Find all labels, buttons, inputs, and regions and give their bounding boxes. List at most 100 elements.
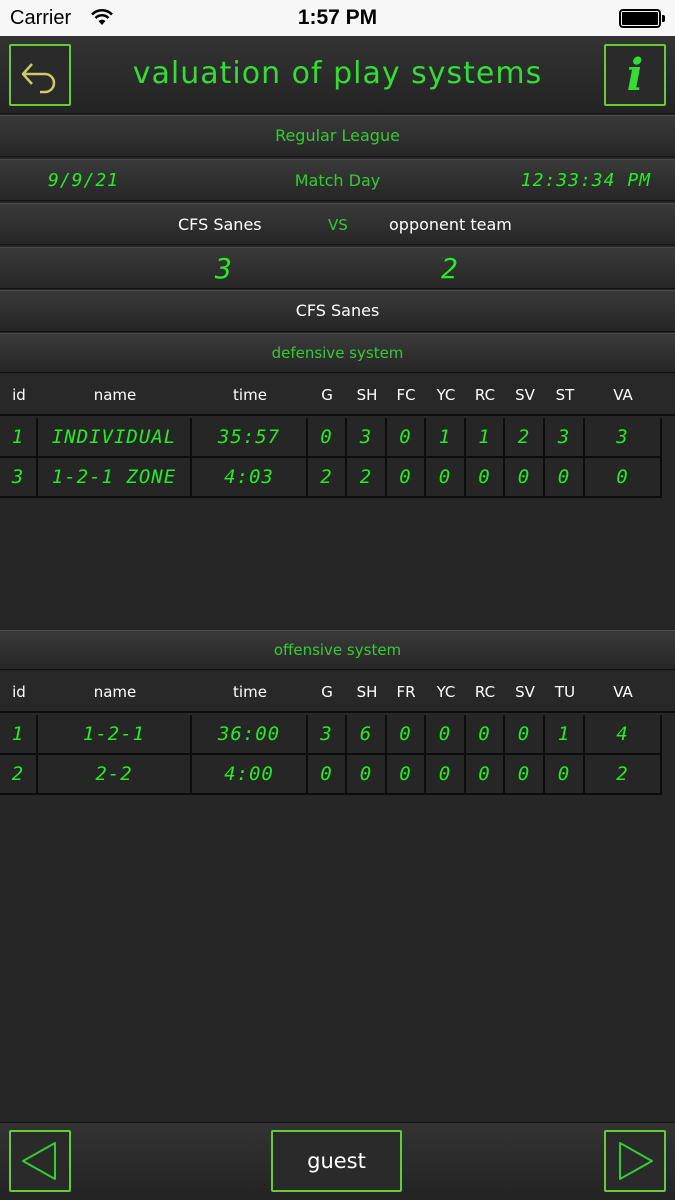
table-cell: 0 xyxy=(466,715,505,753)
home-score: 3 xyxy=(215,252,233,285)
table-cell: 0 xyxy=(426,715,466,753)
table-row[interactable]: 1 1-2-1 36:00 3 6 0 0 0 0 1 4 xyxy=(0,715,662,755)
away-score: 2 xyxy=(441,252,459,285)
table-cell: 0 xyxy=(387,418,426,456)
battery-icon xyxy=(619,9,665,28)
table-cell: 0 xyxy=(545,755,585,793)
column-header-time: time xyxy=(233,386,267,404)
cell-value: 6 xyxy=(359,723,373,745)
away-team: opponent team xyxy=(389,215,512,234)
page-title: valuation of play systems xyxy=(132,56,543,91)
table-cell: 0 xyxy=(308,418,347,456)
cell-value: 0 xyxy=(517,763,531,785)
match-day-row: 9/9/21 Match Day 12:33:34 PM xyxy=(0,159,675,201)
cell-value: 1 xyxy=(11,723,25,745)
cell-value: 0 xyxy=(438,466,452,488)
table-row[interactable]: 1 INDIVIDUAL 35:57 0 3 0 1 1 2 3 3 xyxy=(0,418,662,458)
score-row: 3 2 xyxy=(0,247,675,289)
table-cell: 4:03 xyxy=(192,458,308,496)
table-cell: 2-2 xyxy=(38,755,192,793)
table-cell: 35:57 xyxy=(192,418,308,456)
offensive-system-header: offensive system xyxy=(0,630,675,670)
table-cell: 2 xyxy=(505,418,545,456)
cell-value: 1-2-1 ZONE xyxy=(51,466,177,488)
match-time: 12:33:34 PM xyxy=(520,170,651,191)
cell-value: 0 xyxy=(399,723,412,745)
defensive-table-header: id name time G SH FC YC RC SV ST VA xyxy=(0,374,675,416)
table-cell: 1 xyxy=(466,418,505,456)
table-cell: 2 xyxy=(585,755,662,793)
vs-label: VS xyxy=(328,216,348,234)
table-cell: 1 xyxy=(0,715,38,753)
table-cell: 0 xyxy=(426,458,466,496)
cell-value: 1 xyxy=(557,723,571,745)
cell-value: 0 xyxy=(478,763,491,785)
table-cell: 1 xyxy=(0,418,38,456)
offensive-system-title: offensive system xyxy=(273,641,402,659)
cell-value: 0 xyxy=(359,763,373,785)
column-header-va: VA xyxy=(613,386,633,404)
cell-value: 35:57 xyxy=(217,426,281,448)
cell-value: 3 xyxy=(616,426,629,448)
top-bar: valuation of play systems i xyxy=(0,36,675,114)
cell-value: 2 xyxy=(616,763,629,785)
table-cell: 2 xyxy=(347,458,387,496)
table-cell: 0 xyxy=(347,755,387,793)
cell-value: 2-2 xyxy=(95,763,133,785)
cell-value: 0 xyxy=(320,426,333,448)
cell-value: 2 xyxy=(359,466,373,488)
cell-value: 4:00 xyxy=(224,763,274,785)
teams-row: CFS Sanes VS opponent team xyxy=(0,203,675,245)
table-cell: 3 xyxy=(545,418,585,456)
status-time: 1:57 PM xyxy=(297,6,378,29)
table-cell: 3 xyxy=(0,458,38,496)
table-cell: 2 xyxy=(308,458,347,496)
table-cell: 3 xyxy=(308,715,347,753)
table-cell: 1-2-1 xyxy=(38,715,192,753)
table-row[interactable]: 2 2-2 4:00 0 0 0 0 0 0 0 2 xyxy=(0,755,662,795)
column-header-va: VA xyxy=(613,683,633,701)
selected-team-row[interactable]: CFS Sanes xyxy=(0,290,675,332)
table-cell: 0 xyxy=(505,755,545,793)
cell-value: 2 xyxy=(11,763,25,785)
table-cell: 36:00 xyxy=(192,715,308,753)
bottom-bar: guest xyxy=(0,1122,675,1200)
league-row: Regular League xyxy=(0,115,675,157)
table-cell: 4 xyxy=(585,715,662,753)
column-header-name: name xyxy=(93,386,137,404)
table-cell: 0 xyxy=(387,715,426,753)
table-row[interactable]: 3 1-2-1 ZONE 4:03 2 2 0 0 0 0 0 0 xyxy=(0,458,662,498)
table-cell: 0 xyxy=(585,458,662,496)
table-cell: 0 xyxy=(387,458,426,496)
previous-button[interactable] xyxy=(9,1130,71,1192)
defensive-system-header: defensive system xyxy=(0,333,675,373)
table-cell: 2 xyxy=(0,755,38,793)
cell-value: 0 xyxy=(517,466,531,488)
column-header-id: id xyxy=(12,683,26,701)
column-header-name: name xyxy=(93,683,137,701)
table-cell: 0 xyxy=(505,715,545,753)
cell-value: 1 xyxy=(11,426,25,448)
table-cell: 0 xyxy=(387,755,426,793)
table-cell: 1 xyxy=(426,418,466,456)
status-bar: Carrier 1:57 PM xyxy=(0,0,675,36)
cell-value: 3 xyxy=(557,426,571,448)
cell-value: 2 xyxy=(320,466,333,488)
back-button[interactable] xyxy=(9,44,71,106)
cell-value: 1-2-1 xyxy=(82,723,146,745)
guest-button[interactable]: guest xyxy=(271,1130,402,1192)
table-cell: 0 xyxy=(466,458,505,496)
column-header-id: id xyxy=(12,386,26,404)
table-cell: 0 xyxy=(545,458,585,496)
table-cell: 3 xyxy=(347,418,387,456)
info-icon: i xyxy=(626,50,644,101)
home-team: CFS Sanes xyxy=(178,215,262,234)
league-label: Regular League xyxy=(275,126,400,145)
info-button[interactable]: i xyxy=(604,44,666,106)
table-cell: 1-2-1 ZONE xyxy=(38,458,192,496)
cell-value: 0 xyxy=(399,763,412,785)
cell-value: 2 xyxy=(517,426,531,448)
cell-value: 0 xyxy=(616,466,629,488)
next-button[interactable] xyxy=(604,1130,666,1192)
cell-value: 3 xyxy=(320,723,333,745)
